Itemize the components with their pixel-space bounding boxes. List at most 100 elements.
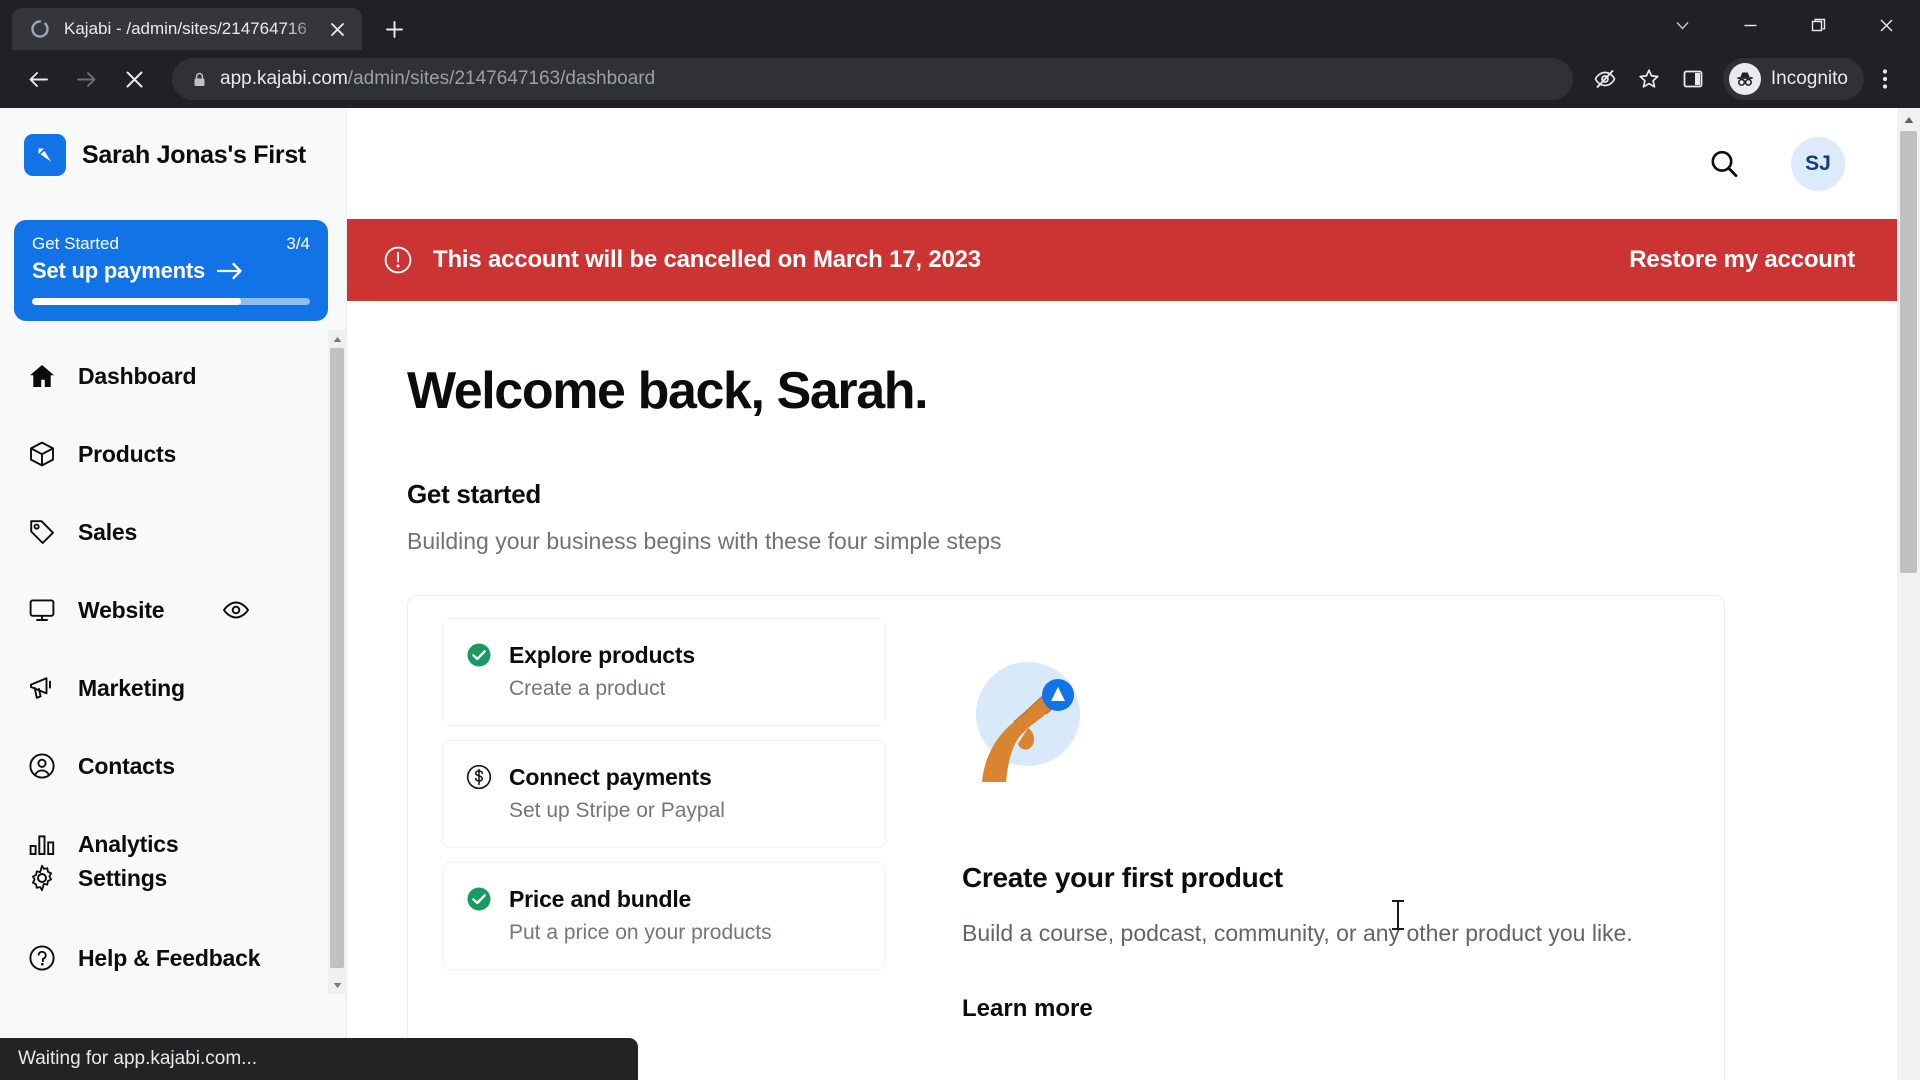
incognito-label: Incognito	[1770, 68, 1848, 89]
kajabi-logo-icon	[24, 134, 66, 176]
get-started-header: Get Started 3/4	[32, 234, 310, 254]
sidebar-item-label: Contacts	[78, 752, 175, 779]
get-started-count: 3/4	[286, 234, 310, 253]
brand-name: Sarah Jonas's First	[82, 140, 306, 169]
text-cursor	[1392, 900, 1404, 930]
window-controls	[1648, 0, 1920, 50]
page-viewport: Sarah Jonas's First Get Started 3/4 Set …	[0, 108, 1920, 1080]
back-arrow-icon[interactable]	[14, 55, 62, 103]
browser-tab[interactable]: Kajabi - /admin/sites/214764716	[12, 8, 362, 50]
arrow-right-icon	[217, 262, 243, 280]
checklist-item-header: Price and bundle	[465, 885, 863, 913]
checklist-item-title: Connect payments	[509, 763, 712, 790]
sidebar-item-label: Products	[78, 440, 177, 467]
avatar-initials: SJ	[1805, 151, 1831, 175]
tab-title: Kajabi - /admin/sites/214764716	[64, 19, 307, 38]
incognito-indicator[interactable]: Incognito	[1722, 58, 1864, 100]
status-bar: Waiting for app.kajabi.com...	[0, 1038, 638, 1080]
bookmark-star-icon[interactable]	[1627, 57, 1671, 101]
main-content: SJ This account will be cancelled on Mar…	[347, 108, 1897, 1080]
close-icon[interactable]	[324, 16, 350, 42]
checklist-item-subtitle: Put a price on your products	[509, 921, 772, 944]
progress-fill	[32, 298, 241, 305]
restore-icon[interactable]	[1784, 0, 1852, 50]
sidebar-item-label: Help & Feedback	[78, 944, 261, 971]
sidebar-item-dashboard[interactable]: Dashboard	[0, 337, 346, 415]
sidebar-item-contacts[interactable]: Contacts	[0, 727, 346, 805]
sidebar-item-label: Settings	[78, 864, 168, 891]
sidebar-nav: Dashboard Products Sales Website Marketi…	[0, 337, 346, 883]
sidebar: Sarah Jonas's First Get Started 3/4 Set …	[0, 108, 347, 1080]
sidebar-item-sales[interactable]: Sales	[0, 493, 346, 571]
sidebar-nav-lower: Settings Help & Feedback	[0, 838, 347, 998]
sidebar-item-label: Website	[78, 596, 165, 623]
checklist-item-subtitle: Set up Stripe or Paypal	[509, 799, 725, 822]
question-circle-icon	[26, 944, 58, 972]
page-title: Welcome back, Sarah.	[407, 362, 929, 420]
learn-more-link[interactable]: Learn more	[962, 995, 1678, 1023]
new-tab-icon[interactable]	[372, 8, 416, 50]
get-started-label: Get Started	[32, 234, 119, 253]
get-started-section-title: Get started	[407, 479, 541, 509]
gear-icon	[26, 864, 58, 892]
megaphone-icon	[26, 674, 58, 702]
scrollbar-thumb[interactable]	[330, 348, 344, 968]
sidebar-item-label: Marketing	[78, 674, 185, 701]
account-cancellation-banner: This account will be cancelled on March …	[347, 219, 1897, 301]
address-bar[interactable]: app.kajabi.com/admin/sites/2147647163/da…	[172, 58, 1573, 100]
sidebar-item-marketing[interactable]: Marketing	[0, 649, 346, 727]
dashboard-content: Welcome back, Sarah. Get started Buildin…	[347, 301, 1897, 1080]
alert-circle-icon	[383, 245, 413, 275]
url-path: /admin/sites/2147647163/dashboard	[347, 68, 656, 89]
chrome-menu-icon[interactable]	[1864, 57, 1906, 101]
side-panel-icon[interactable]	[1671, 57, 1715, 101]
checklist-item-price-and-bundle[interactable]: Price and bundle Put a price on your pro…	[442, 862, 886, 970]
brand[interactable]: Sarah Jonas's First	[0, 108, 346, 176]
forward-arrow-icon	[62, 55, 110, 103]
lock-icon	[186, 71, 212, 88]
eye-icon[interactable]	[222, 600, 250, 620]
sidebar-item-website[interactable]: Website	[0, 571, 346, 649]
scroll-up-icon[interactable]	[328, 330, 346, 348]
sidebar-item-settings[interactable]: Settings	[0, 838, 347, 918]
browser-toolbar: app.kajabi.com/admin/sites/2147647163/da…	[0, 50, 1920, 108]
scroll-down-icon[interactable]	[328, 976, 346, 994]
scrollbar-thumb[interactable]	[1900, 131, 1917, 573]
checklist-item-explore-products[interactable]: Explore products Create a product	[442, 618, 886, 726]
get-started-card[interactable]: Get Started 3/4 Set up payments	[14, 220, 328, 321]
checklist: Explore products Create a product Connec…	[408, 596, 908, 1080]
close-icon[interactable]	[1852, 0, 1920, 50]
sidebar-item-label: Dashboard	[78, 362, 197, 389]
minimize-icon[interactable]	[1716, 0, 1784, 50]
get-started-panel: Explore products Create a product Connec…	[407, 595, 1725, 1080]
loading-spinner-icon	[30, 19, 50, 39]
sidebar-item-help-feedback[interactable]: Help & Feedback	[0, 918, 347, 998]
url-text: app.kajabi.com/admin/sites/2147647163/da…	[220, 68, 655, 90]
incognito-hat-icon	[1728, 63, 1761, 95]
sidebar-item-products[interactable]: Products	[0, 415, 346, 493]
chevron-down-icon[interactable]	[1648, 0, 1716, 50]
box-icon	[26, 440, 58, 468]
get-started-progress	[32, 298, 310, 305]
app-topbar: SJ	[347, 108, 1897, 219]
user-circle-icon	[26, 752, 58, 780]
avatar[interactable]: SJ	[1791, 136, 1845, 191]
scroll-up-icon[interactable]	[1897, 108, 1920, 131]
checklist-item-connect-payments[interactable]: Connect payments Set up Stripe or Paypal	[442, 740, 886, 848]
search-icon[interactable]	[1701, 141, 1747, 187]
sidebar-scrollbar[interactable]	[328, 330, 346, 994]
stop-loading-icon[interactable]	[110, 55, 158, 103]
detail-pane: Create your first product Build a course…	[908, 596, 1724, 1080]
checklist-item-header: Connect payments	[465, 763, 863, 791]
check-circle-filled-icon	[465, 641, 493, 669]
restore-my-account-button[interactable]: Restore my account	[1629, 246, 1855, 274]
tab-strip: Kajabi - /admin/sites/214764716	[0, 0, 1920, 50]
check-circle-filled-icon	[465, 885, 493, 913]
third-party-cookies-blocked-icon[interactable]	[1583, 57, 1627, 101]
checklist-item-header: Explore products	[465, 641, 863, 669]
browser-chrome: Kajabi - /admin/sites/214764716 app.kaja…	[0, 0, 1920, 108]
get-started-section-subtitle: Building your business begins with these…	[407, 528, 1002, 554]
page-scrollbar[interactable]	[1897, 108, 1920, 1080]
detail-description: Build a course, podcast, community, or a…	[962, 920, 1633, 946]
get-started-action[interactable]: Set up payments	[32, 258, 310, 284]
